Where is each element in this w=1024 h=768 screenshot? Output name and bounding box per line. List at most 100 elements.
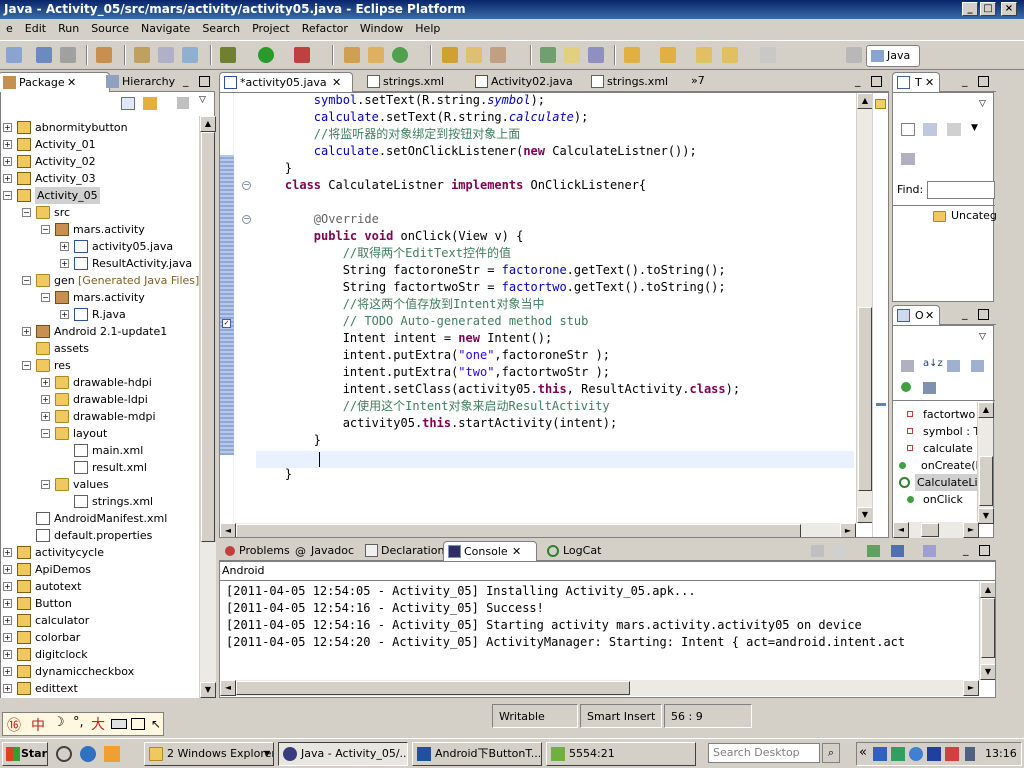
package-tree[interactable]: + abnormitybutton + Activity_01 + Activity_02… xyxy=(0,116,199,698)
fold-class-icon[interactable]: − xyxy=(242,181,251,190)
window-title-bar[interactable]: Java - Activity_05/src/mars/activity/act… xyxy=(0,0,1024,19)
new-class-icon[interactable] xyxy=(368,47,384,63)
maximize-view-icon[interactable] xyxy=(871,76,882,87)
code-line[interactable]: class CalculateListner implements OnClic… xyxy=(256,177,646,194)
clock[interactable]: 13:16 xyxy=(985,747,1017,760)
view-menu-icon[interactable]: ▽ xyxy=(979,99,986,109)
quick-launch-icon[interactable] xyxy=(56,746,72,762)
scroll-down-icon[interactable]: ▼ xyxy=(200,682,216,698)
scroll-left-icon[interactable]: ◄ xyxy=(220,523,236,537)
console-hscrollbar[interactable]: ◄ ► xyxy=(220,680,979,696)
code-line[interactable]: intent.setClass(activity05.this, ResultA… xyxy=(256,381,740,398)
tray-expand-icon[interactable]: « xyxy=(859,745,867,760)
minimize-button[interactable]: _ xyxy=(962,2,978,16)
close-icon[interactable]: ✕ xyxy=(512,542,521,561)
run-icon[interactable] xyxy=(258,47,274,63)
code-line[interactable] xyxy=(256,449,314,466)
hide-fields-icon[interactable] xyxy=(901,360,914,372)
tray-antivirus-icon[interactable] xyxy=(945,747,959,761)
back-icon[interactable] xyxy=(722,47,738,63)
hide-local-types-icon[interactable] xyxy=(901,382,911,392)
console-vscrollbar[interactable]: ▲ ▼ xyxy=(979,582,995,680)
taskbar-emulator[interactable]: 5554:21 xyxy=(546,742,696,766)
outline-hscrollbar[interactable]: ◄ ► xyxy=(893,522,979,538)
tray-network-icon[interactable] xyxy=(873,747,887,761)
focus-icon[interactable] xyxy=(901,153,915,165)
minimize-view-icon[interactable]: _ xyxy=(855,74,861,87)
minimize-view-icon[interactable]: _ xyxy=(963,543,969,556)
scroll-down-icon[interactable]: ▼ xyxy=(978,508,994,524)
outline-hscroll-thumb[interactable] xyxy=(921,523,939,537)
collapse-icon[interactable]: − xyxy=(41,429,50,438)
expand-icon[interactable]: + xyxy=(3,157,12,166)
punctuation-icon[interactable]: °, xyxy=(73,715,84,730)
menu-item[interactable]: Project xyxy=(246,19,296,36)
show-whitespace-icon[interactable] xyxy=(588,47,604,63)
maximize-view-icon[interactable] xyxy=(979,545,990,556)
collapse-icon[interactable]: − xyxy=(41,293,50,302)
tray-security-icon[interactable] xyxy=(927,747,941,761)
expand-icon[interactable]: + xyxy=(41,412,50,421)
open-resource-icon[interactable] xyxy=(466,47,482,63)
editor-vscrollbar[interactable]: ▲ ▼ xyxy=(856,93,873,523)
menu-item[interactable]: Source xyxy=(85,19,135,36)
expand-icon[interactable]: + xyxy=(3,123,12,132)
code-line[interactable]: // TODO Auto-generated method stub xyxy=(256,313,589,330)
tray-volume-icon[interactable] xyxy=(965,747,975,761)
search-icon[interactable] xyxy=(490,47,506,63)
new-task-icon[interactable] xyxy=(901,123,915,136)
scroll-up-icon[interactable]: ▲ xyxy=(857,93,873,109)
console-scroll-thumb[interactable] xyxy=(981,598,995,658)
expand-icon[interactable]: + xyxy=(60,259,69,268)
expand-icon[interactable]: + xyxy=(41,378,50,387)
mark-occurrences-icon[interactable] xyxy=(540,47,556,63)
code-line[interactable]: //将监听器的对象绑定到按钮对象上面 xyxy=(256,126,520,143)
scroll-lock-icon[interactable] xyxy=(833,545,846,557)
menu-item[interactable]: Help xyxy=(409,19,446,36)
hide-nonpublic-icon[interactable] xyxy=(971,360,984,372)
find-input[interactable] xyxy=(927,181,995,199)
save-icon[interactable] xyxy=(36,47,52,63)
view-menu-icon[interactable]: ▽ xyxy=(199,95,206,105)
code-line[interactable]: String factoroneStr = factorone.getText(… xyxy=(256,262,726,279)
code-line[interactable]: //将这两个值存放到Intent对象当中 xyxy=(256,296,545,313)
collapse-icon[interactable]: − xyxy=(41,480,50,489)
view-menu-icon[interactable]: ▽ xyxy=(979,332,986,342)
scroll-up-icon[interactable]: ▲ xyxy=(980,582,995,598)
uncategorized-label[interactable]: Uncateg xyxy=(951,209,997,222)
tree-scroll-thumb[interactable] xyxy=(201,132,215,542)
outline-scrollbar[interactable]: ▲ ▼ xyxy=(977,402,994,524)
tab-logcat[interactable]: LogCat xyxy=(543,541,619,561)
tree-scrollbar[interactable]: ▲ ▼ xyxy=(199,116,216,698)
scroll-right-icon[interactable]: ► xyxy=(963,680,979,696)
minimize-view-icon[interactable]: _ xyxy=(962,307,968,320)
taskbar-word[interactable]: Android下ButtonT... xyxy=(412,742,542,766)
taskbar-eclipse[interactable]: Java - Activity_05/... xyxy=(278,742,408,766)
code-line[interactable]: symbol.setText(R.string.symbol); xyxy=(256,93,545,109)
external-tools-icon[interactable] xyxy=(294,47,310,63)
warning-overview-icon[interactable] xyxy=(875,99,886,109)
print-icon[interactable] xyxy=(60,47,76,63)
tab-declaration[interactable]: Declaration xyxy=(361,541,447,561)
desktop-search-input[interactable]: Search Desktop xyxy=(708,743,820,763)
code-line[interactable]: //使用这个Intent对象来启动ResultActivity xyxy=(256,398,610,415)
filter-dropdown-icon[interactable]: ▼ xyxy=(971,123,978,133)
open-console-icon[interactable] xyxy=(923,545,936,557)
expand-icon[interactable]: + xyxy=(22,327,31,336)
expand-icon[interactable]: + xyxy=(3,140,12,149)
menu-item[interactable]: e xyxy=(0,19,19,36)
expand-icon[interactable]: + xyxy=(3,565,12,574)
tab-strings-xml-2[interactable]: strings.xml xyxy=(587,72,691,92)
console-output[interactable]: [2011-04-05 12:54:05 - Activity_05] Inst… xyxy=(220,582,978,680)
open-perspective-icon[interactable] xyxy=(846,47,862,63)
pin-console-icon[interactable] xyxy=(867,545,880,557)
new-icon[interactable] xyxy=(6,47,22,63)
scroll-right-icon[interactable]: ► xyxy=(963,522,979,538)
overview-ruler[interactable] xyxy=(872,93,888,537)
code-line[interactable]: activity05.this.startActivity(intent); xyxy=(256,415,618,432)
expand-icon[interactable]: + xyxy=(3,548,12,557)
traditional-icon[interactable]: 大 xyxy=(91,714,105,734)
filter-tasks-icon[interactable] xyxy=(947,123,961,136)
expand-icon[interactable]: + xyxy=(60,310,69,319)
scroll-up-icon[interactable]: ▲ xyxy=(200,116,216,132)
